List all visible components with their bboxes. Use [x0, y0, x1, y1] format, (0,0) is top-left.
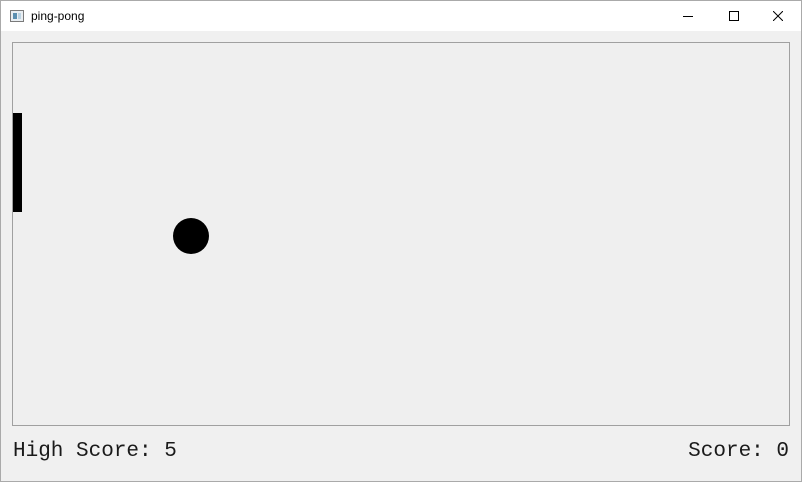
high-score-label: High Score: 5 [13, 440, 177, 463]
close-icon [773, 11, 783, 21]
app-icon [10, 10, 24, 22]
maximize-button[interactable] [711, 1, 757, 31]
app-window: ping-pong High Score: 5 Score: 0 [0, 0, 802, 482]
game-canvas[interactable] [12, 42, 790, 426]
window-title: ping-pong [31, 9, 85, 23]
score-label: Score: 0 [688, 440, 789, 463]
ball [173, 218, 209, 254]
minimize-button[interactable] [665, 1, 711, 31]
paddle [13, 113, 22, 212]
title-bar[interactable]: ping-pong [1, 1, 801, 31]
maximize-icon [729, 11, 739, 21]
minimize-icon [683, 16, 693, 17]
close-button[interactable] [755, 1, 801, 31]
